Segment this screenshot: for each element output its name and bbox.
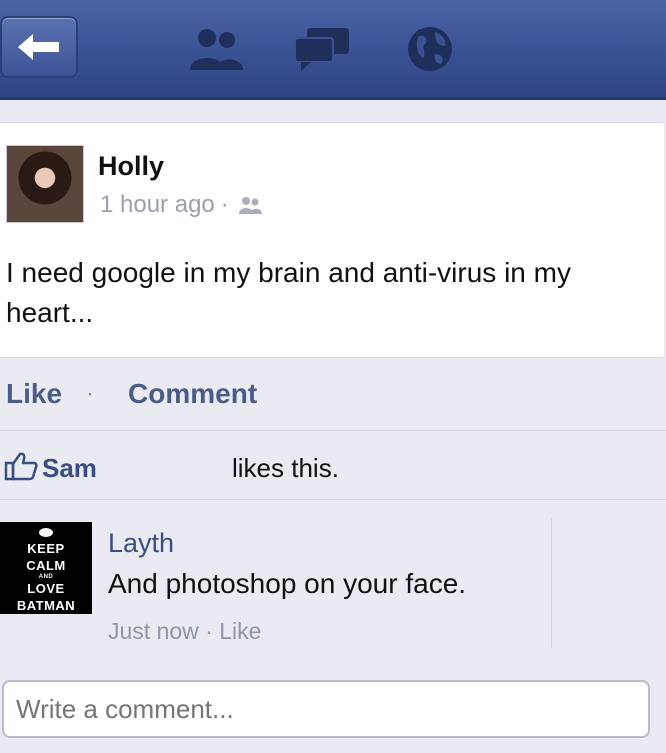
likes-text: likes this. <box>232 453 339 483</box>
likes-summary: Sam likes this. <box>0 430 666 500</box>
like-button[interactable]: Like <box>6 378 62 410</box>
avatar-line-4: LOVE <box>27 581 65 596</box>
friend-requests-button[interactable] <box>186 22 246 76</box>
back-button[interactable] <box>0 16 78 78</box>
comment-text: And photoshop on your face. <box>108 568 467 599</box>
top-navigation-bar <box>0 0 666 100</box>
friends-icon <box>238 197 262 214</box>
comment-meta: Just now · Like <box>108 618 261 645</box>
friends-icon <box>190 29 243 70</box>
comment: KEEP CALM AND LOVE BATMAN Layth And phot… <box>0 518 552 648</box>
messages-button[interactable] <box>292 22 352 76</box>
post-author-name[interactable]: Holly <box>98 151 164 182</box>
meta-separator: · <box>220 191 229 218</box>
back-arrow-icon <box>18 34 59 60</box>
comment-button[interactable]: Comment <box>128 378 257 410</box>
post-meta: 1 hour ago · <box>100 191 263 219</box>
status-post: Holly 1 hour ago · I need google in my b… <box>0 122 664 358</box>
post-actions: Like · Comment <box>6 378 257 410</box>
comment-like-button[interactable]: Like <box>219 618 261 644</box>
thumbs-up-icon <box>4 452 38 481</box>
post-text: I need google in my brain and anti-virus… <box>6 257 571 328</box>
messages-icon <box>294 28 349 71</box>
action-separator: · <box>86 380 95 407</box>
notifications-button[interactable] <box>400 22 460 76</box>
commenter-name[interactable]: Layth <box>108 528 174 559</box>
comment-input[interactable] <box>2 680 650 738</box>
crown-icon <box>39 528 53 537</box>
liker-name[interactable]: Sam <box>42 453 97 484</box>
post-timestamp[interactable]: 1 hour ago <box>100 191 215 219</box>
commenter-avatar[interactable]: KEEP CALM AND LOVE BATMAN <box>0 522 92 614</box>
avatar-line-1: KEEP <box>27 541 65 556</box>
author-avatar[interactable] <box>6 145 84 223</box>
avatar-line-5: BATMAN <box>16 598 76 613</box>
comment-meta-separator: · <box>205 618 213 644</box>
avatar-line-2: CALM <box>26 558 66 573</box>
globe-icon <box>408 27 452 71</box>
comment-timestamp: Just now <box>108 618 199 644</box>
